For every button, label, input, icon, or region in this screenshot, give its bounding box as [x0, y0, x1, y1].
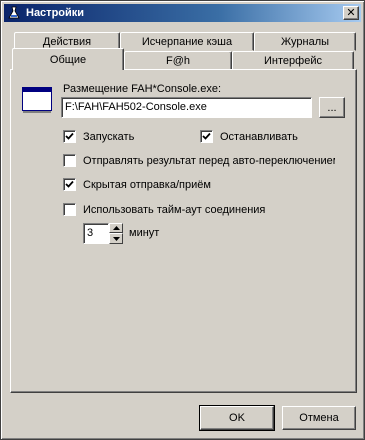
cancel-button-label: Отмена — [299, 412, 339, 424]
tab-label: Действия — [42, 35, 92, 48]
tab-label: Интерфейс — [264, 54, 322, 67]
tab-general[interactable]: Общие — [12, 48, 124, 70]
tab-label: Журналы — [280, 35, 330, 48]
settings-dialog: Настройки ✕ Действия Исчерпание кэша Жур… — [0, 0, 365, 440]
tab-interface[interactable]: Интерфейс — [232, 51, 354, 70]
close-button[interactable]: ✕ — [343, 6, 359, 20]
tab-label: Общие — [49, 53, 87, 66]
tab-panel-general — [10, 69, 357, 393]
tab-cache-exhaustion[interactable]: Исчерпание кэша — [120, 32, 254, 51]
tab-label: Исчерпание кэша — [141, 35, 233, 48]
ok-button-label: OK — [229, 412, 245, 424]
window-title: Настройки — [26, 7, 85, 19]
title-bar[interactable]: Настройки ✕ — [4, 4, 361, 22]
tab-logs[interactable]: Журналы — [254, 32, 356, 51]
ok-button[interactable]: OK — [199, 405, 275, 431]
close-icon: ✕ — [346, 6, 356, 19]
tab-label: F@h — [165, 54, 190, 67]
cancel-button[interactable]: Отмена — [282, 406, 356, 430]
app-icon — [6, 5, 22, 21]
tab-fah[interactable]: F@h — [124, 51, 232, 70]
